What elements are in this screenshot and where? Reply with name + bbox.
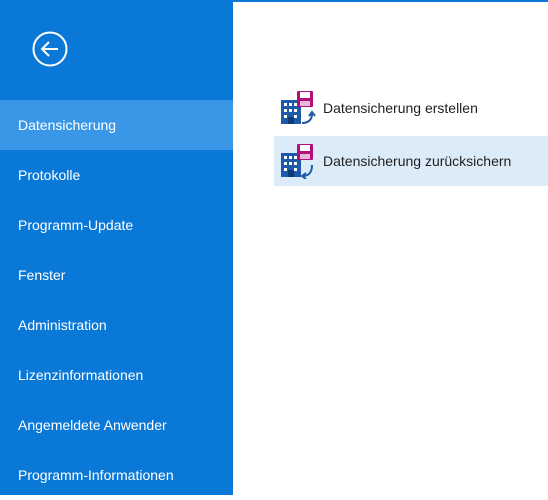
- restore-backup-button[interactable]: Datensicherung zurücksichern: [274, 136, 548, 186]
- create-backup-button[interactable]: Datensicherung erstellen: [274, 88, 548, 128]
- restore-backup-label: Datensicherung zurücksichern: [323, 153, 512, 169]
- create-backup-label: Datensicherung erstellen: [323, 100, 478, 116]
- back-arrow-circle-icon: [32, 31, 68, 67]
- sidebar-nav: Datensicherung Protokolle Programm-Updat…: [0, 100, 233, 500]
- backup-create-icon: [281, 91, 316, 124]
- sidebar-item-angemeldete-anwender[interactable]: Angemeldete Anwender: [0, 400, 233, 450]
- sidebar-item-programm-informationen[interactable]: Programm-Informationen: [0, 450, 233, 500]
- sidebar-item-lizenzinformationen[interactable]: Lizenzinformationen: [0, 350, 233, 400]
- sidebar-item-administration[interactable]: Administration: [0, 300, 233, 350]
- sidebar-item-datensicherung[interactable]: Datensicherung: [0, 100, 233, 150]
- sidebar-item-protokolle[interactable]: Protokolle: [0, 150, 233, 200]
- sidebar-item-fenster[interactable]: Fenster: [0, 250, 233, 300]
- backstage-sidebar: Datensicherung Protokolle Programm-Updat…: [0, 0, 233, 495]
- backup-restore-icon: [281, 144, 313, 179]
- back-button[interactable]: [31, 30, 69, 68]
- sidebar-item-programm-update[interactable]: Programm-Update: [0, 200, 233, 250]
- main-content: Datensicherung erstellen Datensicherung …: [233, 2, 548, 495]
